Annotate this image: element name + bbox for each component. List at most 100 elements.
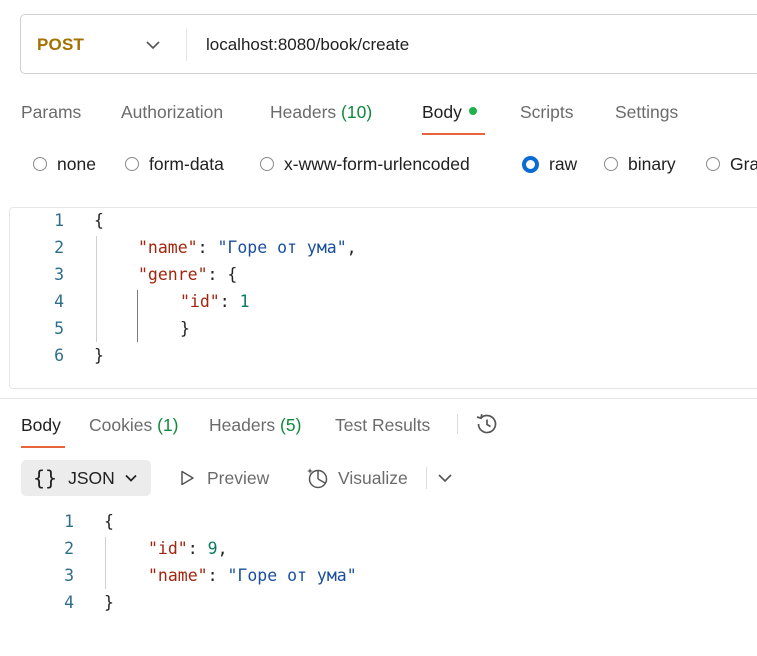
method-select[interactable]: POST	[37, 15, 84, 75]
url-input[interactable]	[206, 15, 757, 75]
radio-circle	[604, 157, 618, 171]
radio-none-label: none	[57, 153, 96, 174]
radio-circle	[125, 157, 139, 171]
code-line-5: }	[180, 319, 190, 338]
line-number: 4	[64, 593, 74, 612]
indent-guide	[105, 537, 106, 589]
section-divider	[0, 398, 757, 399]
json-number: 9	[207, 539, 218, 558]
preview-button[interactable]: Preview	[178, 466, 269, 490]
json-punctuation: ,	[346, 238, 357, 257]
chevron-down-icon[interactable]	[437, 471, 453, 485]
radio-urlencoded-label: x-www-form-urlencoded	[284, 153, 470, 174]
code-line-3: "genre": {	[138, 265, 237, 284]
tab-headers[interactable]: Headers (10)	[270, 100, 372, 124]
tab-settings[interactable]: Settings	[615, 100, 678, 124]
line-number: 6	[54, 346, 64, 365]
json-key: "name"	[138, 238, 198, 257]
indent-guide	[96, 236, 97, 342]
radio-circle-selected	[522, 155, 539, 173]
radio-urlencoded[interactable]: x-www-form-urlencoded	[260, 152, 470, 176]
json-punctuation: }	[104, 593, 114, 612]
tab-separator	[457, 414, 458, 434]
tab-scripts[interactable]: Scripts	[520, 100, 573, 124]
json-punctuation: :	[207, 566, 228, 585]
radio-circle	[33, 157, 47, 171]
visualize-label: Visualize	[338, 468, 408, 488]
request-body-editor[interactable]	[9, 207, 757, 389]
code-line-4: "id": 1	[180, 292, 250, 311]
code-line-1: {	[94, 211, 104, 230]
radio-circle	[260, 157, 274, 171]
radio-raw-label: raw	[549, 153, 578, 174]
line-number: 1	[64, 512, 74, 531]
json-key: "name"	[148, 566, 208, 585]
json-punctuation: : {	[207, 265, 238, 284]
json-punctuation: }	[94, 346, 104, 365]
json-punctuation: :	[187, 539, 208, 558]
tab-params[interactable]: Params	[21, 100, 81, 124]
history-icon[interactable]	[474, 411, 500, 437]
tab-body[interactable]: Body	[422, 100, 477, 124]
json-string: "Горе от ума"	[217, 238, 347, 257]
format-label: JSON	[68, 467, 115, 488]
chevron-down-icon[interactable]	[145, 38, 161, 52]
radio-none[interactable]: none	[33, 152, 96, 176]
json-string: "Горе от ума"	[227, 566, 357, 585]
line-number: 5	[54, 319, 64, 338]
response-line-2: "id": 9,	[148, 539, 228, 558]
line-number: 1	[54, 211, 64, 230]
response-line-3: "name": "Горе от ума"	[148, 566, 357, 585]
cookies-count: (1)	[157, 415, 179, 435]
body-status-dot	[468, 107, 477, 116]
response-tab-test-results[interactable]: Test Results	[335, 413, 430, 437]
indent-guide-active	[137, 290, 138, 342]
response-tab-headers[interactable]: Headers (5)	[209, 413, 301, 437]
line-number: 2	[64, 539, 74, 558]
radio-graphql[interactable]: Gra	[706, 152, 757, 176]
visualize-button[interactable]: Visualize	[305, 466, 408, 490]
json-punctuation: {	[94, 211, 104, 230]
radio-raw[interactable]: raw	[522, 152, 577, 176]
response-tab-headers-label: Headers	[209, 415, 276, 435]
headers-count: (10)	[341, 102, 373, 122]
radio-form-data-label: form-data	[149, 153, 224, 174]
response-active-tab-underline	[21, 446, 65, 448]
line-number: 4	[54, 292, 64, 311]
format-select[interactable]: {} JSON	[21, 460, 151, 496]
radio-binary-label: binary	[628, 153, 676, 174]
tab-headers-label: Headers	[270, 102, 337, 122]
tab-authorization[interactable]: Authorization	[121, 100, 223, 124]
response-headers-count: (5)	[280, 415, 302, 435]
json-punctuation: }	[180, 319, 190, 338]
url-bar: POST	[20, 14, 757, 75]
tab-body-label: Body	[422, 102, 462, 122]
line-number: 3	[54, 265, 64, 284]
code-line-2: "name": "Горе от ума",	[138, 238, 357, 257]
json-key: "id"	[148, 539, 188, 558]
url-divider	[186, 29, 187, 61]
chevron-down-icon	[124, 472, 138, 484]
preview-label: Preview	[207, 468, 270, 488]
json-key: "genre"	[138, 265, 208, 284]
visualize-icon	[305, 466, 329, 490]
play-icon	[178, 469, 196, 487]
response-tab-cookies-label: Cookies	[89, 415, 153, 435]
braces-icon: {}	[33, 466, 58, 490]
line-number: 3	[64, 566, 74, 585]
radio-graphql-label: Gra	[730, 153, 757, 174]
json-punctuation: {	[104, 512, 114, 531]
line-number: 2	[54, 238, 64, 257]
response-tab-cookies[interactable]: Cookies (1)	[89, 413, 179, 437]
active-tab-underline	[422, 133, 485, 135]
radio-binary[interactable]: binary	[604, 152, 676, 176]
toolbar-separator	[426, 467, 427, 489]
response-tab-body[interactable]: Body	[21, 413, 61, 437]
json-number: 1	[239, 292, 250, 311]
response-line-1: {	[104, 512, 114, 531]
response-line-4: }	[104, 593, 114, 612]
json-punctuation: :	[197, 238, 218, 257]
json-punctuation: ,	[217, 539, 228, 558]
radio-form-data[interactable]: form-data	[125, 152, 224, 176]
radio-circle	[706, 157, 720, 171]
